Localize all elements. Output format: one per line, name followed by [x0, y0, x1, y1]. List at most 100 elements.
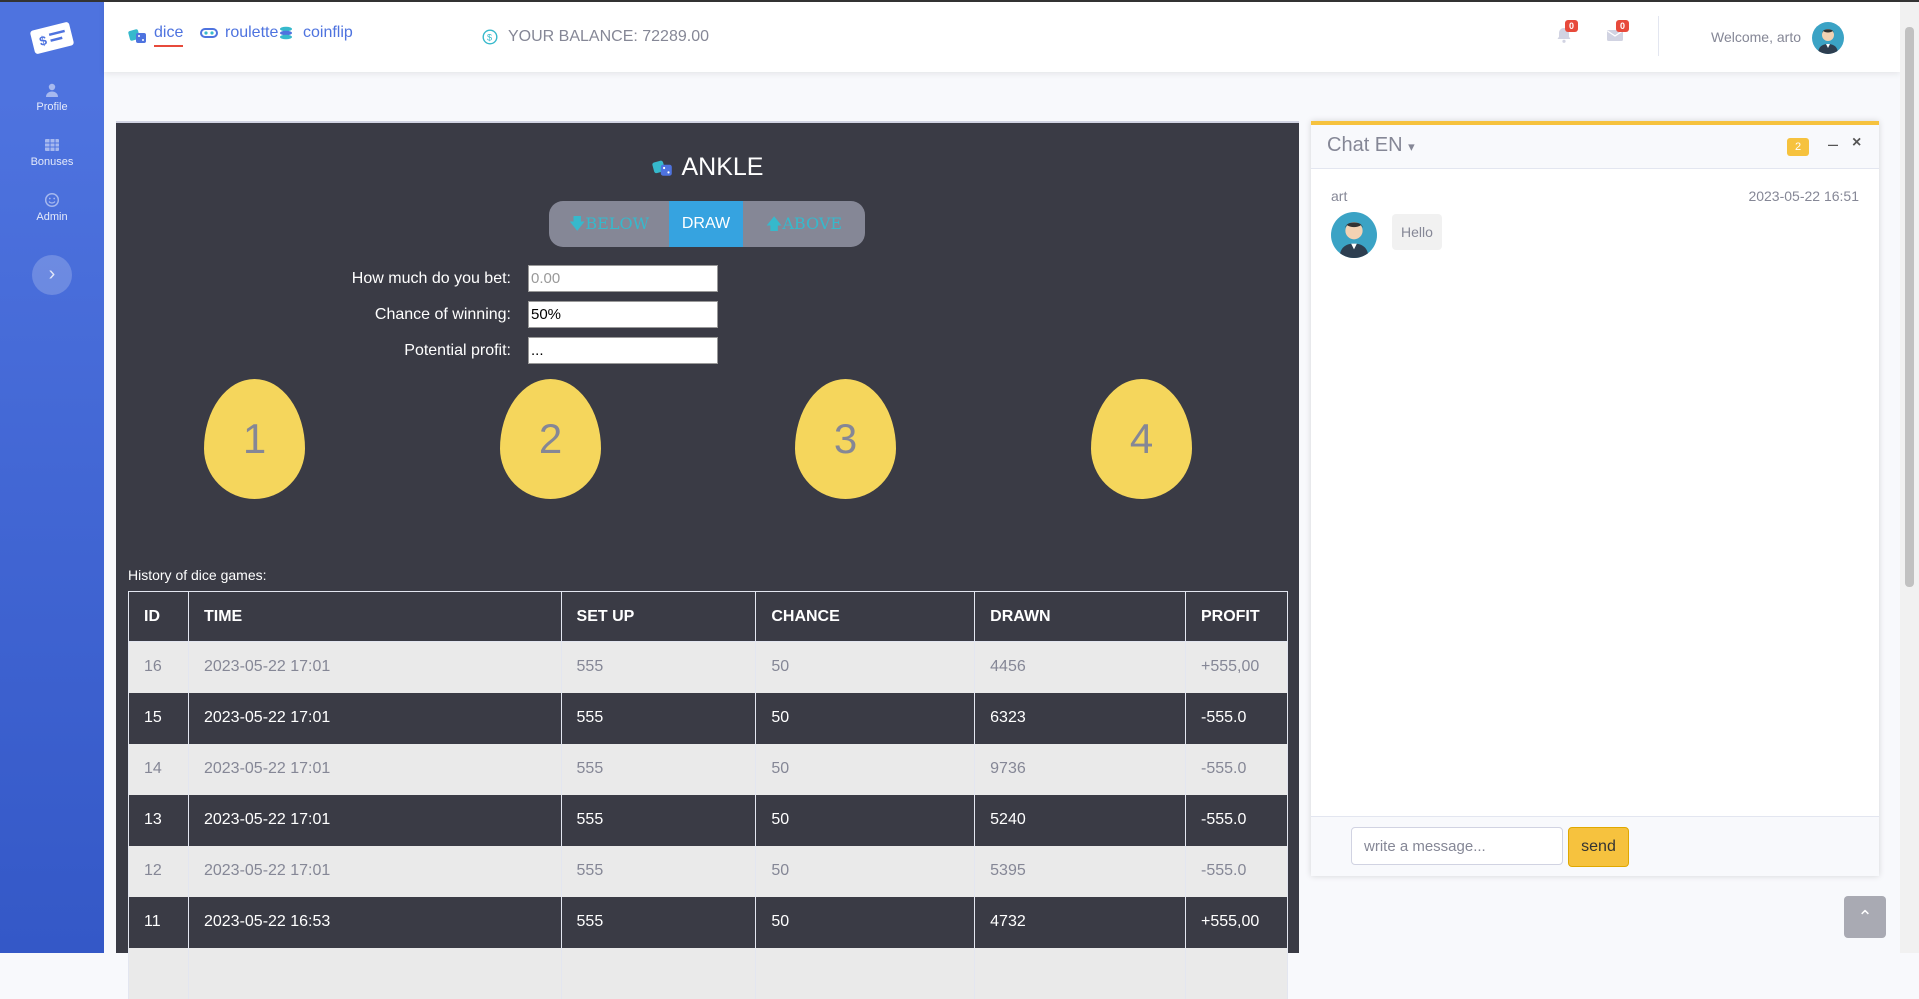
- table-cell: 2023-05-22 17:01: [187, 794, 562, 846]
- balance-display: $ YOUR BALANCE: 72289.00: [482, 28, 709, 46]
- user-icon: [46, 83, 58, 97]
- send-button[interactable]: send: [1568, 827, 1629, 867]
- chevron-right-icon: ›: [48, 263, 56, 285]
- table-row-partial: [128, 947, 1289, 999]
- table-row: 11 2023-05-22 16:53 555 50 4732 +555,00: [128, 896, 1289, 948]
- table-cell: 555: [560, 692, 757, 744]
- sidebar: $ Profile Bonuses Admin ›: [0, 2, 104, 953]
- coin-icon: $: [482, 29, 498, 45]
- scroll-to-top-button[interactable]: ⌃: [1844, 896, 1886, 938]
- table-cell: 555: [560, 743, 757, 795]
- chat-message-input[interactable]: [1351, 827, 1563, 865]
- tab-label: coinflip: [303, 24, 353, 41]
- table-cell: -555.0: [1184, 692, 1289, 744]
- svg-text:$: $: [487, 33, 492, 43]
- coins-icon: [280, 26, 292, 40]
- sidebar-item-admin[interactable]: Admin: [0, 192, 104, 223]
- minimize-icon[interactable]: –: [1828, 134, 1838, 155]
- draw-button[interactable]: DRAW: [669, 201, 743, 247]
- chevron-up-icon: ⌃: [1857, 907, 1873, 927]
- table-cell: 12: [128, 845, 189, 897]
- table-cell: 9736: [974, 743, 1186, 795]
- page-scrollbar[interactable]: [1900, 2, 1919, 953]
- table-cell: 50: [755, 692, 976, 744]
- table-cell: 5395: [974, 845, 1186, 897]
- table-cell: 13: [128, 794, 189, 846]
- chat-footer: send: [1311, 816, 1879, 876]
- table-row: 13 2023-05-22 17:01 555 50 5240 -555.0: [128, 794, 1289, 846]
- column-header: TIME: [187, 591, 562, 642]
- table-cell: 50: [755, 641, 976, 693]
- avatar[interactable]: [1812, 22, 1844, 54]
- messages-badge: 0: [1616, 20, 1630, 32]
- topbar: dice roulette coinflip $ YOUR BALANCE: 7…: [104, 2, 1900, 72]
- chat-header: Chat EN ▾ 2 – ×: [1311, 125, 1879, 169]
- close-icon[interactable]: ×: [1852, 134, 1861, 152]
- tab-dice[interactable]: dice: [128, 24, 184, 47]
- table-row: 12 2023-05-22 17:01 555 50 5395 -555.0: [128, 845, 1289, 897]
- table-cell: 11: [128, 896, 189, 948]
- topbar-divider: [1658, 16, 1659, 56]
- bet-direction-group: 🡇BELOW DRAW 🡅ABOVE: [549, 201, 865, 247]
- chat-panel: Chat EN ▾ 2 – × art 2023-05-22 16:51 Hel…: [1311, 121, 1879, 876]
- table-cell: 2023-05-22 17:01: [187, 641, 562, 693]
- table-cell: 4456: [974, 641, 1186, 693]
- table-cell: 50: [755, 896, 976, 948]
- scrollbar-thumb[interactable]: [1905, 27, 1914, 587]
- sidebar-toggle-button[interactable]: ›: [32, 255, 72, 295]
- profit-label: Potential profit:: [404, 342, 511, 359]
- game-title: ANKLE: [116, 153, 1299, 182]
- messages-button[interactable]: 0: [1606, 20, 1630, 46]
- egg-option-1[interactable]: 1: [204, 379, 305, 499]
- message-author: art: [1331, 188, 1348, 204]
- chance-label: Chance of winning:: [374, 306, 511, 323]
- dice-game-panel: ANKLE 🡇BELOW DRAW 🡅ABOVE How much do you…: [116, 121, 1299, 999]
- table-cell: -555.0: [1184, 743, 1289, 795]
- table-cell: 50: [755, 845, 976, 897]
- message-time: 2023-05-22 16:51: [1748, 188, 1859, 204]
- egg-option-3[interactable]: 3: [795, 379, 896, 499]
- table-cell: 555: [560, 845, 757, 897]
- table-row: 15 2023-05-22 17:01 555 50 6323 -555.0: [128, 692, 1289, 744]
- egg-option-2[interactable]: 2: [500, 379, 601, 499]
- chance-input[interactable]: [528, 301, 718, 328]
- sidebar-item-profile[interactable]: Profile: [0, 82, 104, 113]
- table-cell: +555,00: [1184, 896, 1289, 948]
- chat-language-dropdown[interactable]: Chat EN ▾: [1327, 134, 1415, 157]
- tab-label: roulette: [225, 24, 279, 41]
- user-welcome[interactable]: Welcome, arto: [1711, 29, 1801, 45]
- tab-coinflip[interactable]: coinflip: [277, 24, 353, 42]
- above-button[interactable]: 🡅ABOVE: [743, 201, 865, 247]
- table-cell: 2023-05-22 16:53: [187, 896, 562, 948]
- table-row: 16 2023-05-22 17:01 555 50 4456 +555,00: [128, 641, 1289, 693]
- brand-logo[interactable]: $: [28, 18, 76, 58]
- table-cell: 555: [560, 641, 757, 693]
- tab-roulette[interactable]: roulette: [199, 24, 278, 42]
- table-cell: 15: [128, 692, 189, 744]
- game-title-text: ANKLE: [681, 153, 764, 181]
- table-cell: 50: [755, 743, 976, 795]
- below-button[interactable]: 🡇BELOW: [549, 201, 669, 247]
- egg-option-4[interactable]: 4: [1091, 379, 1192, 499]
- notifications-button[interactable]: 0: [1555, 20, 1579, 46]
- table-row: 14 2023-05-22 17:01 555 50 9736 -555.0: [128, 743, 1289, 795]
- message-bubble: Hello: [1392, 214, 1442, 250]
- table-cell: 555: [560, 896, 757, 948]
- sidebar-item-bonuses[interactable]: Bonuses: [0, 137, 104, 168]
- bet-input[interactable]: [528, 265, 718, 292]
- balance-text: YOUR BALANCE: 72289.00: [508, 28, 709, 45]
- table-cell: 14: [128, 743, 189, 795]
- arrow-down-icon: 🡇: [568, 214, 586, 233]
- dice-icon: [128, 28, 146, 43]
- tab-label: dice: [154, 24, 184, 47]
- sidebar-item-label: Admin: [36, 211, 68, 223]
- smile-icon: [44, 192, 60, 208]
- profit-input[interactable]: [528, 337, 718, 364]
- column-header: DRAWN: [974, 591, 1186, 642]
- dice-icon: [651, 160, 672, 176]
- table-cell: +555,00: [1184, 641, 1289, 693]
- ring-icon: [200, 28, 218, 38]
- history-label: History of dice games:: [128, 567, 267, 583]
- history-table: ID TIME SET UP CHANCE DRAWN PROFIT 16 20…: [128, 591, 1289, 999]
- table-cell: 555: [560, 794, 757, 846]
